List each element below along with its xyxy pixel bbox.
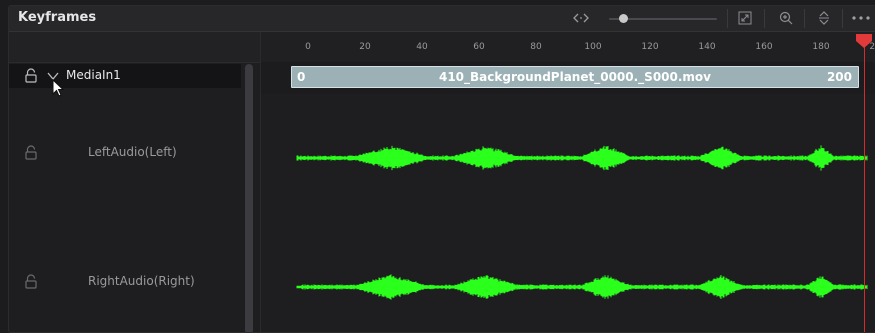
- playhead-line[interactable]: [863, 40, 865, 332]
- track-name: LeftAudio(Left): [88, 145, 177, 159]
- fit-width-icon[interactable]: [571, 9, 591, 27]
- track-name: RightAudio(Right): [88, 274, 195, 288]
- panel-titlebar: Keyframes: [9, 6, 875, 32]
- toolbar-divider: [764, 9, 765, 28]
- playhead-marker-icon[interactable]: [855, 33, 873, 49]
- right-audio-waveform: [296, 274, 868, 300]
- ruler-tick-label: 20: [359, 42, 371, 52]
- toolbar-divider: [804, 9, 805, 28]
- track-name: MediaIn1: [66, 68, 121, 82]
- more-options-icon[interactable]: [851, 9, 871, 27]
- clip-end-frame: 200: [826, 70, 852, 84]
- mouse-cursor-icon: [52, 79, 65, 97]
- clip-name: 410_BackgroundPlanet_0000._S000.mov: [438, 70, 711, 84]
- ruler-tick-label: 80: [530, 42, 542, 52]
- zoom-in-icon[interactable]: [776, 9, 796, 27]
- track-row-right-audio[interactable]: RightAudio(Right): [9, 270, 241, 294]
- timeline-ruler[interactable]: 020406080100120140160180200: [261, 32, 875, 63]
- lock-icon[interactable]: [23, 274, 39, 290]
- keyframe-timeline[interactable]: 0 20 40 60 80 100 120 140 160 180 200 0 410_Backgr…: [260, 32, 875, 332]
- track-row-left-audio[interactable]: LeftAudio(Left): [9, 141, 241, 165]
- lock-icon[interactable]: [23, 68, 39, 84]
- panel-title: Keyframes: [18, 10, 97, 25]
- clip-lane: 0 410_BackgroundPlanet_0000._S000.mov 20…: [261, 62, 875, 94]
- keyframes-panel: Keyframes MediaIn1 LeftAudio(Left) Right…: [8, 5, 875, 333]
- toolbar-divider: [727, 9, 728, 28]
- ruler-tick-label: 140: [698, 42, 716, 52]
- ruler-tick-label: 160: [755, 42, 773, 52]
- lock-icon[interactable]: [23, 145, 39, 161]
- ruler-tick-label: 0: [305, 42, 311, 52]
- ruler-tick-label: 40: [416, 42, 428, 52]
- left-audio-waveform: [296, 145, 868, 171]
- ruler-tick-label: 100: [584, 42, 602, 52]
- expand-icon[interactable]: [735, 9, 755, 27]
- ruler-tick-label: 60: [473, 42, 485, 52]
- media-clip[interactable]: 0 410_BackgroundPlanet_0000._S000.mov 20…: [291, 66, 859, 88]
- track-list-scrollbar[interactable]: [245, 64, 253, 332]
- collapse-icon[interactable]: [814, 9, 834, 27]
- track-list-header: [9, 32, 260, 63]
- ruler-tick-label: 180: [812, 42, 830, 52]
- zoom-slider-handle[interactable]: [619, 14, 628, 23]
- toolbar-divider: [842, 9, 843, 28]
- ruler-tick-label: 120: [641, 42, 659, 52]
- track-row-mediain1[interactable]: MediaIn1: [9, 64, 241, 88]
